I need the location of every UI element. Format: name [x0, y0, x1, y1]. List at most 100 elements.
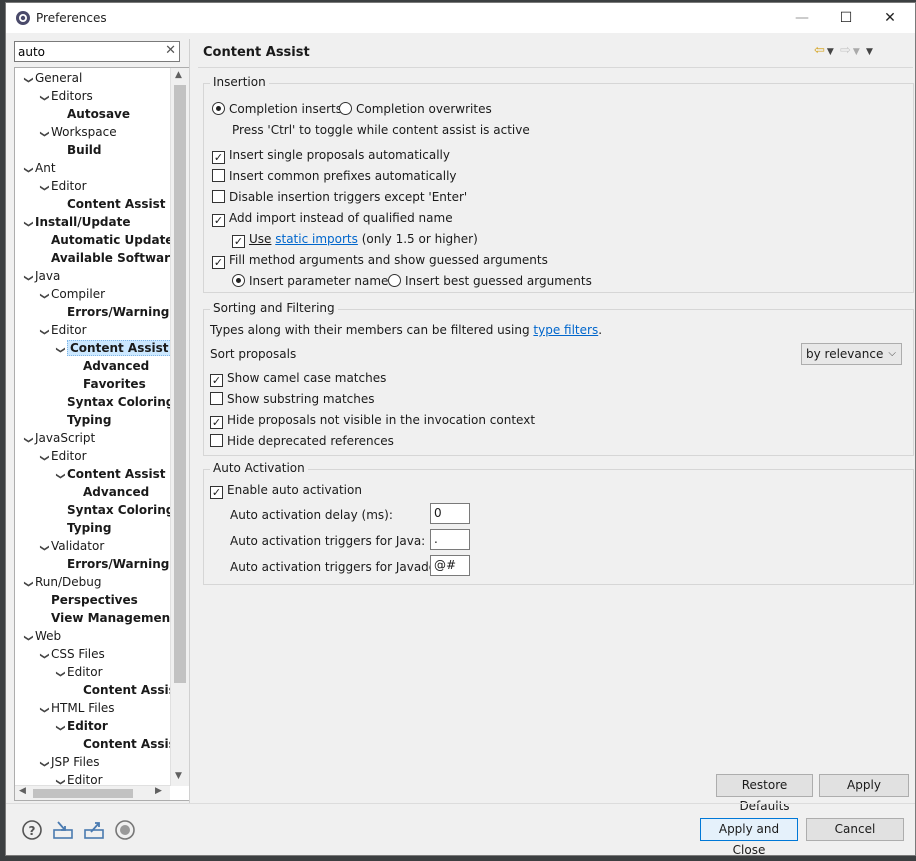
radio-selected[interactable]	[212, 102, 225, 115]
tree-horizontal-scrollbar[interactable]: ◀ ▶	[15, 785, 170, 800]
tree-item[interactable]: ❯ CSS Files	[37, 645, 105, 663]
tree-item[interactable]: ❯ JSP Files	[37, 753, 100, 771]
expand-chevron-icon[interactable]: ❯	[35, 325, 53, 339]
sash[interactable]	[189, 39, 190, 803]
substring-checkbox[interactable]: Show substring matches	[210, 390, 375, 408]
expand-chevron-icon[interactable]: ❯	[19, 217, 37, 231]
single-proposals-checkbox[interactable]: ✓ Insert single proposals automatically	[212, 146, 450, 164]
common-prefixes-checkbox[interactable]: Insert common prefixes automatically	[212, 167, 457, 185]
tree-item[interactable]: Autosave	[53, 105, 130, 123]
tree-item[interactable]: ❯ Editor	[37, 447, 87, 465]
tree-item[interactable]: Advanced	[69, 357, 149, 375]
param-names-radio[interactable]: Insert parameter names	[232, 272, 395, 290]
expand-chevron-icon[interactable]: ❯	[19, 163, 37, 177]
record-icon[interactable]	[114, 819, 136, 841]
checkbox-checked[interactable]: ✓	[210, 374, 223, 387]
tree-item[interactable]: ❯ Editor	[53, 663, 103, 681]
tree-item[interactable]: ❯ Validator	[37, 537, 104, 555]
tree-item[interactable]: Available Software	[37, 249, 170, 267]
close-button[interactable]: ✕	[868, 7, 912, 31]
tree-item[interactable]: ❯ JavaScript	[21, 429, 95, 447]
checkbox-checked[interactable]: ✓	[212, 214, 225, 227]
tree-item[interactable]: Build	[53, 141, 102, 159]
checkbox-checked[interactable]: ✓	[212, 151, 225, 164]
tree-item[interactable]: ❯ Content Assist	[53, 339, 170, 357]
import-icon[interactable]	[52, 819, 74, 841]
scroll-thumb[interactable]	[174, 85, 186, 683]
tree-item[interactable]: ❯ Workspace	[37, 123, 117, 141]
scroll-right-icon[interactable]: ▶	[155, 786, 162, 796]
expand-chevron-icon[interactable]: ❯	[35, 181, 53, 195]
radio-unselected[interactable]	[388, 274, 401, 287]
tree-item[interactable]: Perspectives	[37, 591, 138, 609]
back-menu-icon[interactable]: ▼	[827, 47, 834, 57]
minimize-button[interactable]: —	[780, 7, 824, 31]
scroll-left-icon[interactable]: ◀	[19, 786, 26, 796]
tree-item[interactable]: Content Assis	[69, 681, 170, 699]
export-icon[interactable]	[83, 819, 105, 841]
tree-item[interactable]: ❯ HTML Files	[37, 699, 115, 717]
expand-chevron-icon[interactable]: ❯	[51, 721, 69, 735]
checkbox-checked[interactable]: ✓	[210, 486, 223, 499]
add-import-checkbox[interactable]: ✓ Add import instead of qualified name	[212, 209, 453, 227]
tree-item[interactable]: Content Assist	[53, 195, 166, 213]
static-imports-link[interactable]: static imports	[275, 232, 358, 246]
tree-item[interactable]: ❯ General	[21, 69, 82, 87]
filter-field[interactable]: ✕	[14, 41, 180, 62]
hide-deprecated-checkbox[interactable]: Hide deprecated references	[210, 432, 394, 450]
hscroll-thumb[interactable]	[33, 789, 133, 798]
expand-chevron-icon[interactable]: ❯	[19, 577, 37, 591]
fill-method-checkbox[interactable]: ✓ Fill method arguments and show guessed …	[212, 251, 548, 269]
tree-item[interactable]: ❯ Editor	[37, 321, 87, 339]
tree-item[interactable]: ❯ Editor	[53, 771, 103, 786]
checkbox-checked[interactable]: ✓	[212, 256, 225, 269]
filter-input[interactable]	[15, 42, 155, 61]
best-guessed-radio[interactable]: Insert best guessed arguments	[388, 272, 592, 290]
expand-chevron-icon[interactable]: ❯	[51, 343, 69, 357]
hide-not-visible-checkbox[interactable]: ✓ Hide proposals not visible in the invoc…	[210, 411, 535, 429]
apply-button[interactable]: Apply	[819, 774, 909, 797]
tree-item[interactable]: Errors/Warnings	[53, 303, 170, 321]
scroll-down-icon[interactable]: ▼	[175, 771, 182, 781]
expand-chevron-icon[interactable]: ❯	[19, 631, 37, 645]
forward-arrow-icon[interactable]: ⇨	[840, 43, 851, 58]
view-menu-icon[interactable]: ▼	[866, 47, 873, 57]
checkbox-unchecked[interactable]	[210, 392, 223, 405]
expand-chevron-icon[interactable]: ❯	[19, 271, 37, 285]
tree-item[interactable]: ❯ Install/Update	[21, 213, 131, 231]
forward-menu-icon[interactable]: ▼	[853, 47, 860, 57]
tree-item[interactable]: Syntax Coloring	[53, 501, 170, 519]
javadoc-triggers-input[interactable]: @#	[430, 555, 470, 576]
help-icon[interactable]: ?	[21, 819, 43, 841]
tree-item[interactable]: ❯ Ant	[21, 159, 56, 177]
enable-auto-activation-checkbox[interactable]: ✓ Enable auto activation	[210, 481, 362, 499]
tree-item[interactable]: Automatic Updates	[37, 231, 170, 249]
delay-input[interactable]: 0	[430, 503, 470, 524]
tree-item[interactable]: Typing	[53, 411, 111, 429]
expand-chevron-icon[interactable]: ❯	[51, 667, 69, 681]
radio-selected[interactable]	[232, 274, 245, 287]
back-arrow-icon[interactable]: ⇦	[814, 43, 825, 58]
tree-item[interactable]: ❯ Editor	[37, 177, 87, 195]
expand-chevron-icon[interactable]: ❯	[35, 289, 53, 303]
tree-item[interactable]: Errors/Warnings	[53, 555, 170, 573]
checkbox-checked[interactable]: ✓	[232, 235, 245, 248]
tree-item[interactable]: Content Assis	[69, 735, 170, 753]
expand-chevron-icon[interactable]: ❯	[51, 469, 69, 483]
expand-chevron-icon[interactable]: ❯	[19, 433, 37, 447]
completion-overwrites-radio[interactable]: Completion overwrites	[339, 100, 492, 118]
disable-triggers-checkbox[interactable]: Disable insertion triggers except 'Enter…	[212, 188, 467, 206]
expand-chevron-icon[interactable]: ❯	[35, 703, 53, 717]
tree-item[interactable]: Advanced	[69, 483, 149, 501]
tree-vertical-scrollbar[interactable]: ▲ ▼	[170, 68, 189, 786]
tree-item[interactable]: Typing	[53, 519, 111, 537]
tree-item[interactable]: ❯ Content Assist	[53, 465, 166, 483]
scroll-up-icon[interactable]: ▲	[175, 70, 182, 80]
checkbox-unchecked[interactable]	[212, 190, 225, 203]
sort-proposals-dropdown[interactable]: by relevance ⌵	[801, 343, 902, 365]
completion-inserts-radio[interactable]: Completion inserts	[212, 100, 342, 118]
expand-chevron-icon[interactable]: ❯	[19, 73, 37, 87]
cancel-button[interactable]: Cancel	[806, 818, 904, 841]
use-static-imports-checkbox[interactable]: ✓ Use static imports (only 1.5 or higher)	[232, 230, 478, 248]
tree-item[interactable]: Syntax Coloring	[53, 393, 170, 411]
